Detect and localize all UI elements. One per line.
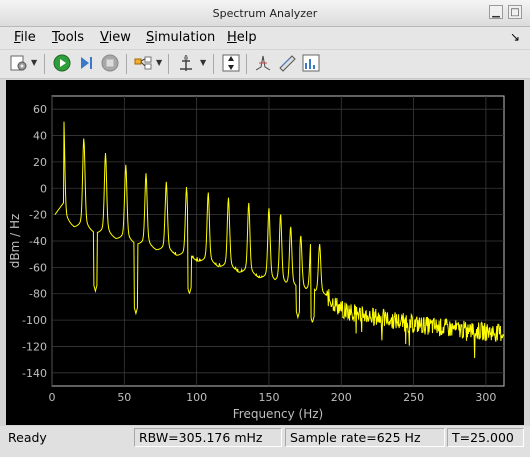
status-state: Ready	[8, 430, 47, 445]
y-tick-label: -140	[22, 367, 47, 380]
x-tick-label: 300	[475, 391, 496, 404]
cursor-measure-dropdown-icon[interactable]: ▼	[200, 58, 206, 67]
y-axis-label: dBm / Hz	[8, 214, 22, 269]
toolbar-separator	[126, 54, 127, 74]
autoscale-icon[interactable]	[221, 53, 241, 73]
plot-panel[interactable]: 60 40 20 0 -20 -40 -60 -80 -100 -120 -140 0 50 100 15…	[6, 80, 524, 425]
run-icon[interactable]	[52, 53, 72, 73]
y-tick-label: -100	[22, 314, 47, 327]
time-field: T=25.000	[447, 428, 524, 447]
menu-help[interactable]: Help	[227, 30, 257, 45]
menu-tools[interactable]: Tools	[52, 30, 84, 45]
toolbar-separator	[44, 54, 45, 74]
y-tick-label: -120	[22, 340, 47, 353]
y-tick-label: 40	[33, 130, 47, 143]
peak-finder-icon[interactable]	[253, 53, 273, 73]
signal-select-dropdown-icon[interactable]: ▼	[156, 58, 162, 67]
y-tick-label: 60	[33, 103, 47, 116]
window-title: Spectrum Analyzer	[212, 7, 318, 20]
signal-select-icon[interactable]	[133, 53, 153, 73]
cursor-measure-icon[interactable]	[176, 53, 196, 73]
x-tick-label: 250	[403, 391, 424, 404]
settings-icon[interactable]	[8, 53, 28, 73]
toolbar: ▼ ▼ ▼	[0, 50, 530, 79]
menu-simulation[interactable]: Simulation	[146, 30, 215, 45]
menu-view[interactable]: View	[100, 30, 131, 45]
sample-rate-field: Sample rate=625 Hz	[285, 428, 445, 447]
spectrum-trace	[54, 121, 505, 359]
step-forward-icon[interactable]	[76, 53, 96, 73]
x-tick-label: 150	[258, 391, 279, 404]
toolbar-separator	[168, 54, 169, 74]
status-bar: Ready RBW=305.176 mHz Sample rate=625 Hz…	[0, 426, 530, 457]
y-tick-label: 20	[33, 156, 47, 169]
x-tick-label: 100	[186, 391, 207, 404]
x-tick-label: 200	[331, 391, 352, 404]
x-tick-label: 50	[117, 391, 131, 404]
y-tick-label: 0	[40, 182, 47, 195]
menu-file[interactable]: File	[14, 30, 36, 45]
toolbar-separator	[213, 54, 214, 74]
x-tick-labels: 0 50 100 150 200 250 300	[49, 391, 497, 404]
y-tick-label: -20	[29, 209, 47, 222]
distortion-measure-icon[interactable]	[301, 53, 321, 73]
toolbar-separator	[246, 54, 247, 74]
y-tick-label: -80	[29, 288, 47, 301]
settings-dropdown-icon[interactable]: ▼	[31, 58, 37, 67]
menu-bar: File Tools View Simulation Help ↘	[0, 27, 530, 49]
maximize-button[interactable]: □	[508, 5, 522, 19]
rbw-field: RBW=305.176 mHz	[134, 428, 282, 447]
minimize-button[interactable]: ▁	[489, 5, 503, 19]
y-tick-labels: 60 40 20 0 -20 -40 -60 -80 -100 -120 -140	[22, 103, 47, 380]
y-tick-label: -60	[29, 261, 47, 274]
x-tick-label: 0	[49, 391, 56, 404]
title-bar: Spectrum Analyzer ▁ □	[0, 0, 530, 27]
grid	[51, 96, 504, 386]
dock-arrow-icon[interactable]: ↘	[510, 30, 520, 44]
y-tick-label: -40	[29, 235, 47, 248]
channel-measure-icon[interactable]	[277, 53, 297, 73]
spectrum-plot[interactable]: 6040200-20-40-60-80-100-120-140 0 50 100 15…	[6, 80, 524, 425]
stop-icon[interactable]	[100, 53, 120, 73]
x-axis-label: Frequency (Hz)	[233, 407, 324, 421]
